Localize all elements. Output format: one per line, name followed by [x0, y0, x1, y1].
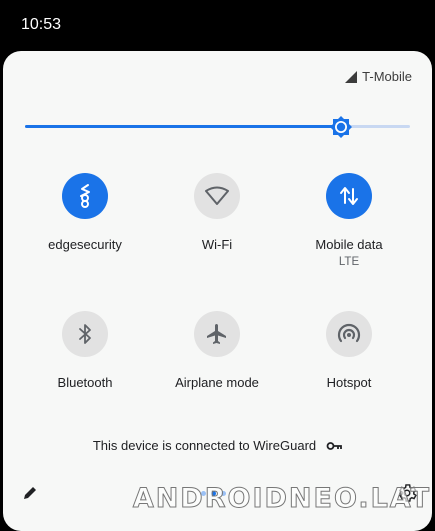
- vpn-notice[interactable]: This device is connected to WireGuard: [3, 438, 432, 453]
- brightness-fill: [25, 125, 341, 128]
- edit-icon[interactable]: [21, 484, 39, 502]
- bluetooth-icon: [79, 324, 91, 344]
- mobile-data-icon: [340, 187, 358, 205]
- carrier-name: T-Mobile: [362, 69, 412, 84]
- status-time: 10:53: [21, 16, 62, 33]
- quick-settings-panel: T-Mobile edgesecurity Wi-Fi Mobile data …: [3, 51, 432, 531]
- tile-hotspot-button[interactable]: [326, 311, 372, 357]
- tile-airplane-mode-button[interactable]: [194, 311, 240, 357]
- vpn-notice-text: This device is connected to WireGuard: [92, 438, 317, 453]
- tile-label: Mobile data: [315, 237, 383, 252]
- tile-wifi[interactable]: Wi-Fi: [152, 173, 282, 252]
- tile-sublabel: LTE: [338, 256, 360, 268]
- brightness-icon[interactable]: [329, 115, 353, 139]
- edgesecurity-icon: [80, 184, 90, 208]
- tile-hotspot[interactable]: Hotspot: [284, 311, 414, 390]
- tile-label: Bluetooth: [57, 375, 113, 390]
- tile-wifi-button[interactable]: [194, 173, 240, 219]
- tile-edgesecurity[interactable]: edgesecurity: [20, 173, 150, 252]
- hotspot-icon: [337, 323, 361, 343]
- tile-label: edgesecurity: [48, 237, 122, 252]
- tile-bluetooth[interactable]: Bluetooth: [20, 311, 150, 390]
- tile-label: Airplane mode: [175, 375, 259, 390]
- tile-mobile-data-button[interactable]: [326, 173, 372, 219]
- tile-edgesecurity-button[interactable]: [62, 173, 108, 219]
- vpn-key-icon: [326, 441, 343, 450]
- brightness-slider[interactable]: [25, 113, 410, 143]
- status-bar: 10:53: [0, 0, 435, 50]
- tile-mobile-data[interactable]: Mobile data LTE: [284, 173, 414, 268]
- wifi-icon: [205, 186, 229, 205]
- airplane-icon: [207, 324, 226, 344]
- tile-bluetooth-button[interactable]: [62, 311, 108, 357]
- tile-airplane-mode[interactable]: Airplane mode: [152, 311, 282, 390]
- tile-label: Hotspot: [326, 375, 372, 390]
- signal-icon: [345, 70, 358, 83]
- watermark: ANDROIDNEO.LAT: [132, 483, 431, 515]
- tile-label: Wi-Fi: [201, 237, 233, 252]
- carrier-indicator: T-Mobile: [344, 69, 412, 84]
